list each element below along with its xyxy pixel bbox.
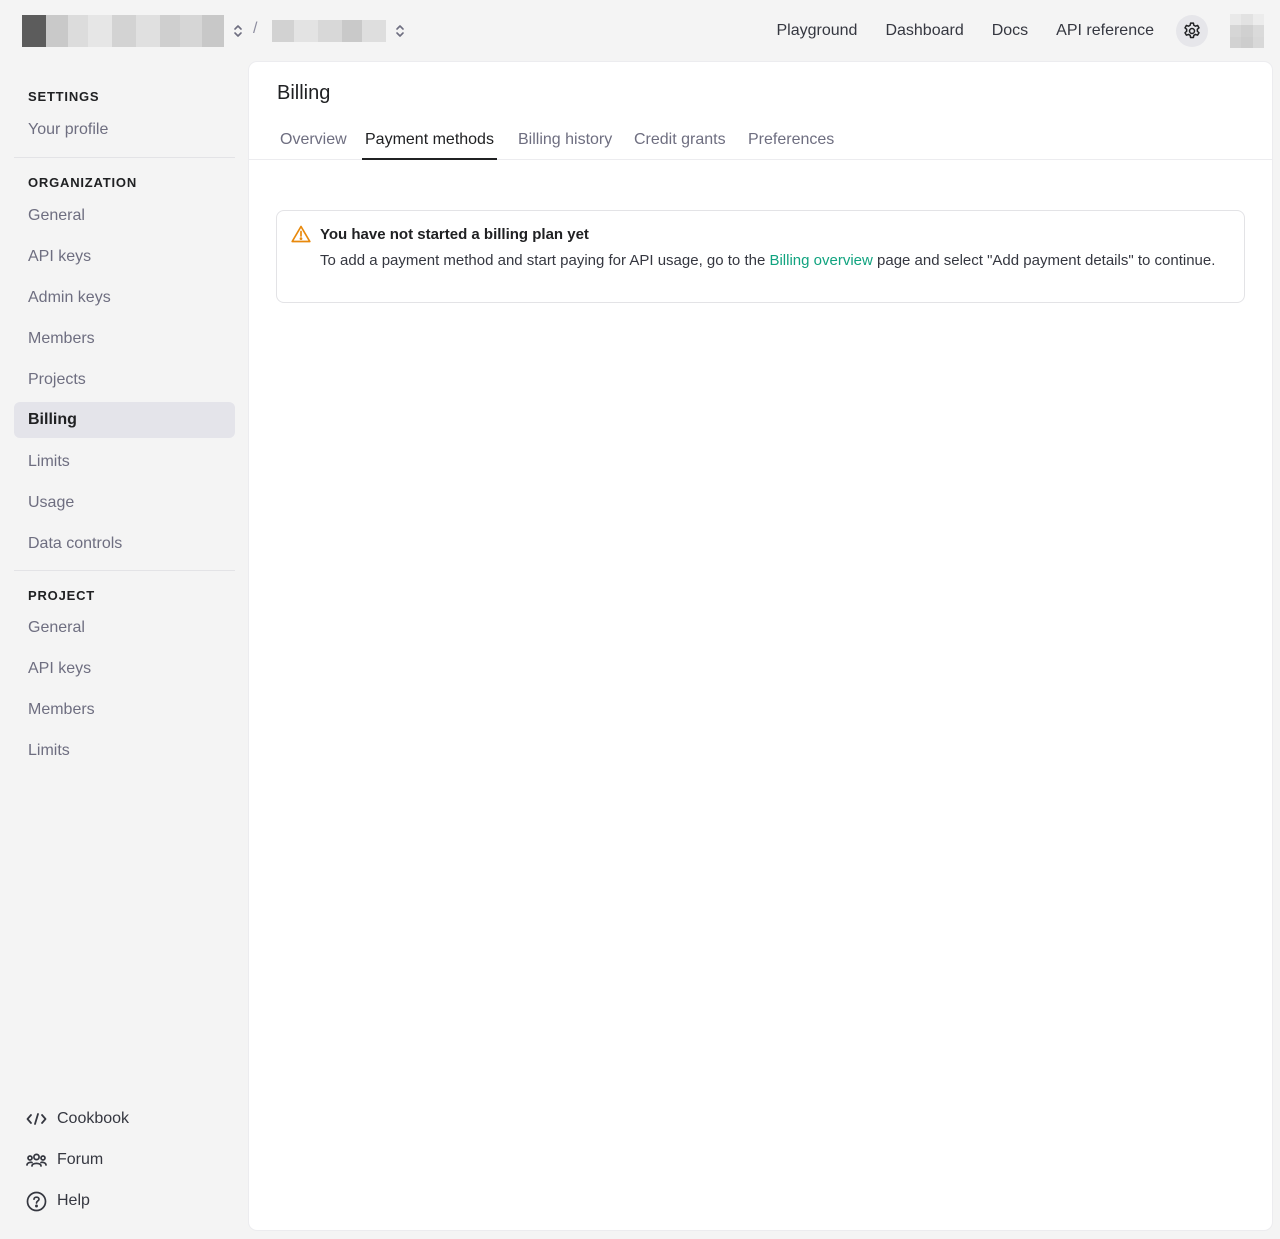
tab-credit-grants[interactable]: Credit grants (631, 122, 729, 160)
warning-icon (291, 225, 311, 243)
sidebar-item-project-api-keys[interactable]: API keys (14, 651, 235, 687)
sidebar-item-org-usage[interactable]: Usage (14, 485, 235, 521)
nav-playground[interactable]: Playground (776, 22, 857, 40)
sidebar-item-project-general[interactable]: General (14, 610, 235, 646)
notice-body: To add a payment method and start paying… (320, 250, 1225, 271)
sidebar-divider (14, 570, 235, 571)
notice-body-text: To add a payment method and start paying… (320, 252, 766, 269)
chevron-up-down-icon (234, 25, 242, 37)
nav-dashboard[interactable]: Dashboard (885, 22, 963, 40)
help-circle-icon (26, 1191, 47, 1211)
sidebar-link-label: Help (57, 1192, 90, 1209)
avatar[interactable] (1230, 14, 1264, 48)
sidebar-item-org-data-controls[interactable]: Data controls (14, 526, 235, 562)
breadcrumb-separator: / (253, 20, 258, 37)
tab-payment-methods[interactable]: Payment methods (362, 122, 497, 160)
top-navigation: Playground Dashboard Docs API reference (776, 0, 1280, 62)
sidebar-item-project-members[interactable]: Members (14, 692, 235, 728)
sidebar-item-org-projects[interactable]: Projects (14, 362, 235, 398)
gear-icon (1184, 22, 1200, 39)
organization-name-redacted (22, 15, 224, 47)
sidebar-item-org-limits[interactable]: Limits (14, 444, 235, 480)
sidebar-item-org-admin-keys[interactable]: Admin keys (14, 280, 235, 316)
sidebar-link-forum[interactable]: Forum (26, 1148, 103, 1172)
tab-billing-history[interactable]: Billing history (515, 122, 615, 160)
chevron-up-down-icon (396, 25, 404, 37)
organization-switcher[interactable] (22, 0, 244, 62)
top-bar: / Playground Dashboard Docs API referenc… (0, 0, 1280, 62)
sidebar-item-project-limits[interactable]: Limits (14, 733, 235, 769)
tab-overview[interactable]: Overview (277, 122, 350, 160)
main-panel: Billing Overview Payment methods Billing… (249, 62, 1272, 1230)
sidebar-link-help[interactable]: Help (26, 1189, 90, 1213)
sidebar-item-org-members[interactable]: Members (14, 321, 235, 357)
sidebar-divider (14, 157, 235, 158)
nav-docs[interactable]: Docs (992, 22, 1028, 40)
project-switcher[interactable] (272, 0, 406, 62)
billing-overview-link[interactable]: Billing overview (769, 252, 872, 269)
section-label-settings: SETTINGS (28, 89, 100, 104)
project-name-redacted (272, 20, 386, 42)
billing-tabs: Overview Payment methods Billing history… (249, 122, 1272, 160)
code-icon (26, 1113, 47, 1125)
sidebar-link-label: Forum (57, 1151, 104, 1168)
sidebar-link-cookbook[interactable]: Cookbook (26, 1107, 129, 1131)
billing-plan-notice: You have not started a billing plan yet … (276, 210, 1245, 303)
people-icon (26, 1153, 47, 1167)
sidebar-item-your-profile[interactable]: Your profile (14, 112, 235, 148)
settings-button[interactable] (1176, 15, 1208, 47)
sidebar-item-org-api-keys[interactable]: API keys (14, 239, 235, 275)
notice-title: You have not started a billing plan yet (320, 226, 589, 243)
section-label-project: PROJECT (28, 588, 96, 603)
section-label-organization: ORGANIZATION (28, 175, 138, 190)
tab-preferences[interactable]: Preferences (745, 122, 837, 160)
sidebar-item-org-general[interactable]: General (14, 198, 235, 234)
sidebar-link-label: Cookbook (57, 1110, 130, 1127)
sidebar-item-org-billing[interactable]: Billing (14, 402, 235, 438)
nav-api-reference[interactable]: API reference (1056, 22, 1154, 40)
notice-body-text: page and select "Add payment details" to… (877, 252, 1216, 269)
settings-sidebar: SETTINGS Your profile ORGANIZATION Gener… (0, 62, 248, 1239)
page-title: Billing (277, 82, 331, 104)
